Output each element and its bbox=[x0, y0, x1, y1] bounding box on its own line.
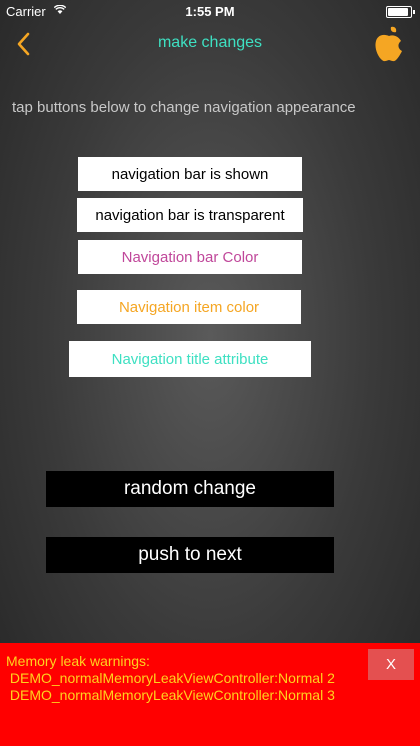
navigation-title-attribute-button[interactable]: Navigation title attribute bbox=[69, 341, 311, 377]
battery-fill bbox=[388, 8, 408, 16]
clock: 1:55 PM bbox=[185, 4, 235, 19]
apple-button[interactable] bbox=[372, 24, 406, 64]
status-bar: Carrier 1:55 PM bbox=[0, 0, 420, 22]
warning-text: Memory leak warnings: DEMO_normalMemoryL… bbox=[6, 653, 335, 704]
navigation-bar-shown-button[interactable]: navigation bar is shown bbox=[78, 157, 302, 191]
navigation-bar: make changes bbox=[0, 22, 420, 66]
navigation-bar-color-button[interactable]: Navigation bar Color bbox=[78, 240, 302, 274]
random-change-button[interactable]: random change bbox=[46, 471, 334, 507]
battery-icon bbox=[386, 6, 415, 18]
warning-line: DEMO_normalMemoryLeakViewController:Norm… bbox=[6, 687, 335, 703]
close-warning-button[interactable]: X bbox=[368, 649, 414, 680]
warning-line: DEMO_normalMemoryLeakViewController:Norm… bbox=[6, 670, 335, 686]
nav-title: make changes bbox=[157, 34, 263, 51]
warning-title: Memory leak warnings: bbox=[6, 653, 150, 669]
push-to-next-button[interactable]: push to next bbox=[46, 537, 334, 573]
navigation-bar-transparent-button[interactable]: navigation bar is transparent bbox=[77, 198, 303, 232]
instruction-text: tap buttons below to change navigation a… bbox=[12, 99, 356, 116]
navigation-item-color-button[interactable]: Navigation item color bbox=[77, 290, 301, 324]
apple-logo-icon bbox=[375, 26, 402, 62]
memory-leak-warning-banner: Memory leak warnings: DEMO_normalMemoryL… bbox=[0, 643, 420, 746]
